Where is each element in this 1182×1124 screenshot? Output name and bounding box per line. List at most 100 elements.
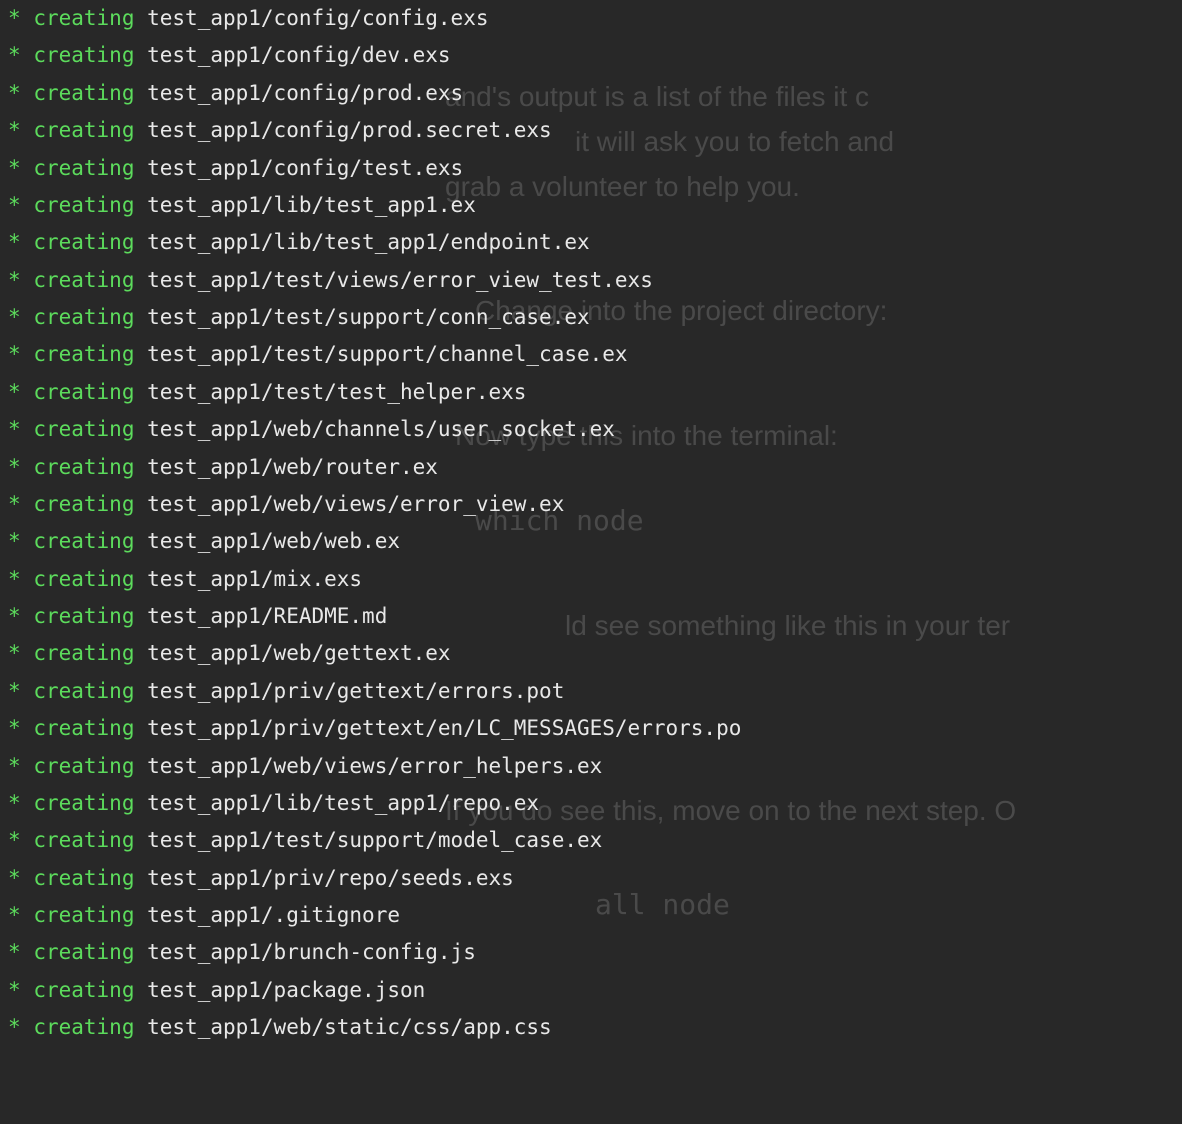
log-asterisk: * (8, 641, 21, 665)
log-action: creating (33, 567, 134, 591)
log-path: test_app1/priv/repo/seeds.exs (147, 866, 514, 890)
terminal-log-line: * creating test_app1/priv/repo/seeds.exs (8, 860, 1182, 897)
log-action: creating (33, 866, 134, 890)
log-asterisk: * (8, 828, 21, 852)
terminal-log-line: * creating test_app1/brunch-config.js (8, 934, 1182, 971)
log-asterisk: * (8, 604, 21, 628)
log-asterisk: * (8, 791, 21, 815)
log-action: creating (33, 1015, 134, 1039)
log-path: test_app1/web/router.ex (147, 455, 438, 479)
log-path: test_app1/test/views/error_view_test.exs (147, 268, 653, 292)
terminal-log-line: * creating test_app1/lib/test_app1/endpo… (8, 224, 1182, 261)
log-asterisk: * (8, 305, 21, 329)
log-path: test_app1/test/test_helper.exs (147, 380, 526, 404)
log-path: test_app1/web/gettext.ex (147, 641, 450, 665)
terminal-log-line: * creating test_app1/mix.exs (8, 561, 1182, 598)
log-asterisk: * (8, 417, 21, 441)
log-asterisk: * (8, 156, 21, 180)
log-path: test_app1/test/support/conn_case.ex (147, 305, 590, 329)
terminal-log-line: * creating test_app1/priv/gettext/en/LC_… (8, 710, 1182, 747)
log-asterisk: * (8, 455, 21, 479)
terminal-log-line: * creating test_app1/web/static/css/app.… (8, 1009, 1182, 1046)
log-action: creating (33, 43, 134, 67)
log-action: creating (33, 679, 134, 703)
log-asterisk: * (8, 6, 21, 30)
log-path: test_app1/config/config.exs (147, 6, 488, 30)
log-path: test_app1/test/support/channel_case.ex (147, 342, 627, 366)
terminal-log-line: * creating test_app1/web/router.ex (8, 449, 1182, 486)
log-asterisk: * (8, 866, 21, 890)
terminal-log-line: * creating test_app1/test/test_helper.ex… (8, 374, 1182, 411)
log-asterisk: * (8, 230, 21, 254)
log-action: creating (33, 940, 134, 964)
log-asterisk: * (8, 268, 21, 292)
log-asterisk: * (8, 754, 21, 778)
log-action: creating (33, 492, 134, 516)
log-path: test_app1/priv/gettext/en/LC_MESSAGES/er… (147, 716, 741, 740)
log-path: test_app1/README.md (147, 604, 387, 628)
log-asterisk: * (8, 529, 21, 553)
log-asterisk: * (8, 43, 21, 67)
log-action: creating (33, 380, 134, 404)
log-action: creating (33, 6, 134, 30)
log-path: test_app1/lib/test_app1/repo.ex (147, 791, 539, 815)
terminal-log-line: * creating test_app1/web/views/error_vie… (8, 486, 1182, 523)
log-path: test_app1/lib/test_app1.ex (147, 193, 476, 217)
log-action: creating (33, 455, 134, 479)
log-asterisk: * (8, 903, 21, 927)
terminal-log-line: * creating test_app1/.gitignore (8, 897, 1182, 934)
log-action: creating (33, 791, 134, 815)
terminal-log-line: * creating test_app1/web/channels/user_s… (8, 411, 1182, 448)
terminal-log-line: * creating test_app1/lib/test_app1.ex (8, 187, 1182, 224)
terminal-log-line: * creating test_app1/web/web.ex (8, 523, 1182, 560)
log-action: creating (33, 641, 134, 665)
terminal-log-line: * creating test_app1/test/views/error_vi… (8, 262, 1182, 299)
log-asterisk: * (8, 1015, 21, 1039)
log-path: test_app1/web/views/error_view.ex (147, 492, 564, 516)
log-path: test_app1/web/web.ex (147, 529, 400, 553)
log-action: creating (33, 193, 134, 217)
log-action: creating (33, 828, 134, 852)
terminal-log-line: * creating test_app1/web/gettext.ex (8, 635, 1182, 672)
terminal-log-line: * creating test_app1/config/prod.secret.… (8, 112, 1182, 149)
log-asterisk: * (8, 492, 21, 516)
log-asterisk: * (8, 567, 21, 591)
log-path: test_app1/web/static/css/app.css (147, 1015, 552, 1039)
log-asterisk: * (8, 940, 21, 964)
log-action: creating (33, 230, 134, 254)
terminal-log-line: * creating test_app1/README.md (8, 598, 1182, 635)
log-path: test_app1/mix.exs (147, 567, 362, 591)
log-asterisk: * (8, 716, 21, 740)
log-action: creating (33, 754, 134, 778)
log-action: creating (33, 529, 134, 553)
log-asterisk: * (8, 118, 21, 142)
log-action: creating (33, 268, 134, 292)
log-action: creating (33, 81, 134, 105)
log-action: creating (33, 156, 134, 180)
terminal-log-line: * creating test_app1/config/test.exs (8, 150, 1182, 187)
log-action: creating (33, 903, 134, 927)
log-action: creating (33, 118, 134, 142)
log-path: test_app1/web/views/error_helpers.ex (147, 754, 602, 778)
terminal-log-line: * creating test_app1/config/dev.exs (8, 37, 1182, 74)
terminal-log-line: * creating test_app1/priv/gettext/errors… (8, 673, 1182, 710)
log-asterisk: * (8, 81, 21, 105)
terminal-log-line: * creating test_app1/test/support/model_… (8, 822, 1182, 859)
log-path: test_app1/lib/test_app1/endpoint.ex (147, 230, 590, 254)
log-path: test_app1/config/test.exs (147, 156, 463, 180)
terminal-log-line: * creating test_app1/package.json (8, 972, 1182, 1009)
log-action: creating (33, 604, 134, 628)
log-action: creating (33, 342, 134, 366)
terminal-log-line: * creating test_app1/config/prod.exs (8, 75, 1182, 112)
terminal-log-line: * creating test_app1/lib/test_app1/repo.… (8, 785, 1182, 822)
log-action: creating (33, 978, 134, 1002)
terminal-log-line: * creating test_app1/test/support/channe… (8, 336, 1182, 373)
log-action: creating (33, 417, 134, 441)
log-action: creating (33, 716, 134, 740)
log-path: test_app1/priv/gettext/errors.pot (147, 679, 564, 703)
log-path: test_app1/package.json (147, 978, 425, 1002)
terminal-log-line: * creating test_app1/config/config.exs (8, 0, 1182, 37)
log-asterisk: * (8, 978, 21, 1002)
terminal-log-line: * creating test_app1/web/views/error_hel… (8, 748, 1182, 785)
log-path: test_app1/config/prod.exs (147, 81, 463, 105)
